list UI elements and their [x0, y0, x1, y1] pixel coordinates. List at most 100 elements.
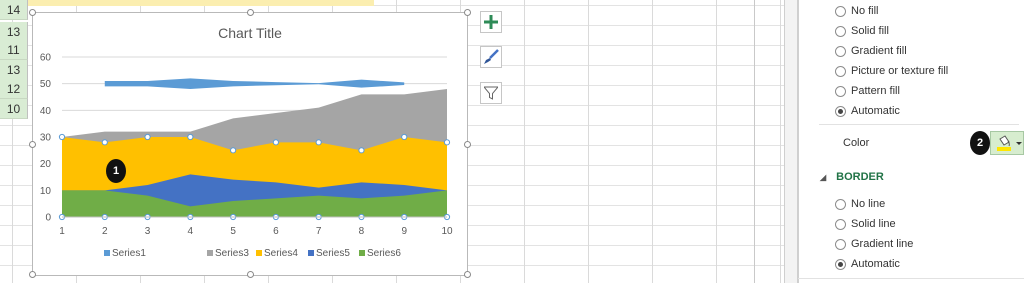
step-callout-1: 1: [106, 159, 126, 183]
resize-handle[interactable]: [247, 9, 254, 16]
radio-label[interactable]: Solid fill: [851, 25, 889, 37]
chart-styles-button[interactable]: [480, 46, 502, 68]
radio-button[interactable]: [835, 45, 846, 57]
legend-swatch: [104, 250, 110, 256]
divider: [819, 124, 1019, 125]
border-heading: BORDER: [836, 171, 884, 183]
radio-button[interactable]: [835, 25, 846, 37]
legend-label[interactable]: Series5: [316, 248, 350, 259]
radio-option[interactable]: Gradient fill: [835, 41, 907, 61]
resize-handle[interactable]: [247, 271, 254, 278]
x-tick-label: 3: [145, 226, 151, 237]
row-header[interactable]: 12: [0, 79, 28, 99]
radio-button[interactable]: [835, 5, 846, 17]
row-header[interactable]: 14: [0, 0, 28, 20]
radio-option[interactable]: Gradient line: [835, 234, 913, 254]
area-chart[interactable]: Chart Title 0 10 20 30 40 50 60 1 2 3 4 5 6 7 8 9 10 Se…: [33, 13, 469, 277]
x-tick-label: 8: [359, 226, 365, 237]
area-series1[interactable]: [104, 78, 405, 89]
collapse-triangle-icon[interactable]: ◢: [820, 173, 826, 182]
column-divider: [754, 0, 755, 283]
resize-handle[interactable]: [464, 141, 471, 148]
data-point-marker: [144, 133, 151, 141]
plot-area[interactable]: [62, 78, 447, 217]
chart-title[interactable]: Chart Title: [218, 25, 282, 41]
chart-filters-button[interactable]: [480, 82, 502, 104]
radio-label[interactable]: No line: [851, 198, 885, 210]
y-tick-label: 50: [40, 79, 52, 90]
radio-label[interactable]: Solid line: [851, 218, 896, 230]
radio-option[interactable]: No line: [835, 194, 885, 214]
radio-option[interactable]: Automatic: [835, 254, 900, 274]
radio-label[interactable]: Gradient line: [851, 238, 913, 250]
radio-option[interactable]: Pattern fill: [835, 81, 900, 101]
data-point-marker: [401, 133, 408, 141]
resize-handle[interactable]: [29, 141, 36, 148]
radio-label[interactable]: Automatic: [851, 258, 900, 270]
y-tick-label: 60: [40, 53, 52, 64]
y-tick-label: 0: [45, 213, 51, 224]
data-point-marker: [230, 147, 237, 154]
chart-elements-button[interactable]: [480, 11, 502, 33]
radio-option[interactable]: Solid fill: [835, 21, 889, 41]
legend-label[interactable]: Series4: [264, 248, 298, 259]
radio-option[interactable]: No fill: [835, 1, 879, 21]
row-header[interactable]: 13: [0, 60, 28, 80]
row-header[interactable]: 11: [0, 40, 28, 60]
cell-value[interactable]: 55: [66, 0, 78, 3]
data-point-marker: [187, 133, 194, 141]
x-tick-label: 5: [230, 226, 236, 237]
color-label: Color: [843, 137, 870, 149]
row-headers: 14 13 11 13 12 10: [0, 0, 28, 120]
legend-label[interactable]: Series1: [112, 248, 146, 259]
x-tick-label: 10: [441, 226, 453, 237]
x-tick-label: 1: [59, 226, 65, 237]
radio-label[interactable]: No fill: [851, 5, 879, 17]
resize-handle[interactable]: [29, 271, 36, 278]
cell-value[interactable]: 32: [212, 0, 224, 3]
legend-swatch: [207, 250, 213, 256]
radio-button[interactable]: [835, 65, 846, 77]
y-axis[interactable]: 0 10 20 30 40 50 60: [40, 53, 52, 224]
radio-button[interactable]: [835, 85, 846, 97]
x-axis[interactable]: 1 2 3 4 5 6 7 8 9 10: [59, 216, 453, 237]
radio-button[interactable]: [835, 238, 846, 250]
radio-button[interactable]: [835, 198, 846, 210]
x-tick-label: 2: [102, 226, 108, 237]
cell-value[interactable]: 23: [300, 0, 312, 3]
row-header[interactable]: 10: [0, 99, 28, 119]
legend-swatch: [256, 250, 262, 256]
y-tick-label: 40: [40, 106, 52, 117]
row-header[interactable]: 13: [0, 22, 28, 42]
legend[interactable]: Series1 Series3 Series4 Series5 Series6: [104, 248, 401, 259]
radio-label[interactable]: Picture or texture fill: [851, 65, 948, 77]
data-point-marker: [443, 139, 451, 146]
cell-value[interactable]: 47: [144, 0, 156, 3]
radio-option[interactable]: Picture or texture fill: [835, 61, 948, 81]
radio-label[interactable]: Pattern fill: [851, 85, 900, 97]
y-tick-label: 30: [40, 133, 52, 144]
radio-button[interactable]: [835, 258, 846, 270]
border-section-header[interactable]: ◢ BORDER: [820, 171, 884, 183]
x-tick-label: 9: [401, 226, 407, 237]
radio-option[interactable]: Automatic: [835, 101, 900, 121]
radio-button[interactable]: [835, 105, 846, 117]
paint-bucket-icon: [997, 135, 1022, 151]
data-point-marker: [58, 133, 66, 141]
plus-icon: [484, 15, 498, 29]
fill-color-button[interactable]: [990, 131, 1024, 155]
resize-handle[interactable]: [464, 271, 471, 278]
radio-button[interactable]: [835, 218, 846, 230]
radio-option[interactable]: Solid line: [835, 214, 896, 234]
resize-handle[interactable]: [464, 9, 471, 16]
highlighted-cells-row[interactable]: 55 47 32 23: [28, 0, 374, 6]
vertical-scrollbar[interactable]: [784, 0, 798, 283]
resize-handle[interactable]: [29, 9, 36, 16]
radio-label[interactable]: Gradient fill: [851, 45, 907, 57]
chart-object[interactable]: Chart Title 0 10 20 30 40 50 60 1 2 3 4 5 6 7 8 9 10 Se…: [29, 9, 471, 278]
legend-label[interactable]: Series3: [215, 248, 249, 259]
x-tick-label: 4: [188, 226, 194, 237]
step-callout-2: 2: [970, 131, 990, 155]
radio-label[interactable]: Automatic: [851, 105, 900, 117]
legend-label[interactable]: Series6: [367, 248, 401, 259]
